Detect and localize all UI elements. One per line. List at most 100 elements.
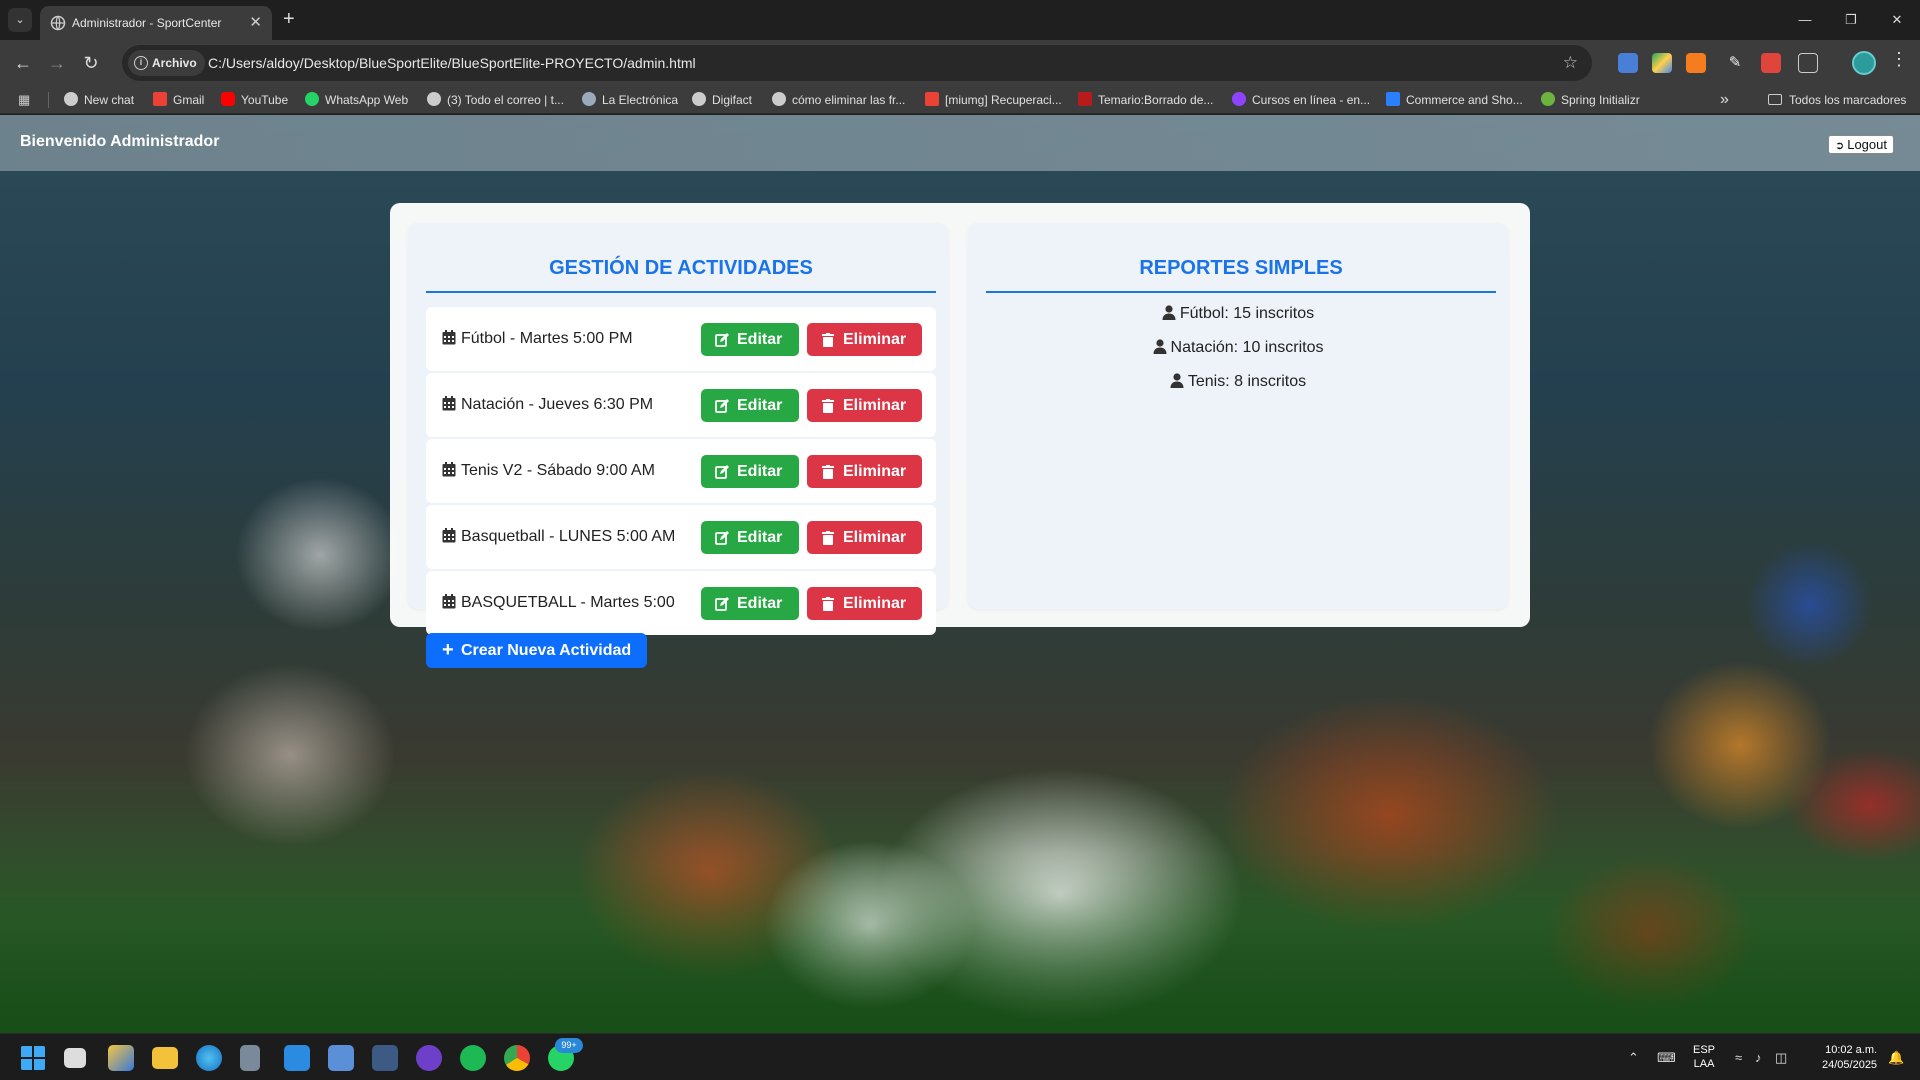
bookmark-commerce[interactable]: Commerce and Sho... xyxy=(1386,86,1523,114)
keyboard-icon[interactable]: ⌨ xyxy=(1657,1050,1676,1066)
bookmark-label: Gmail xyxy=(173,93,205,107)
report-item: Natación: 10 inscritos xyxy=(968,339,1508,357)
close-window-icon[interactable]: ✕ xyxy=(1874,0,1920,40)
site-info-label: Archivo xyxy=(152,56,197,70)
edge-icon[interactable] xyxy=(196,1045,222,1071)
logout-button[interactable]: ➲ Logout xyxy=(1828,135,1894,154)
active-tab[interactable]: Administrador - SportCenter ✕ xyxy=(40,6,272,40)
activities-heading: GESTIÓN DE ACTIVIDADES xyxy=(549,257,813,279)
task-view-icon[interactable] xyxy=(64,1048,86,1068)
bookmark-cursos[interactable]: Cursos en línea - en... xyxy=(1232,86,1370,114)
edit-button[interactable]: Editar xyxy=(701,323,799,356)
extensions-puzzle-icon[interactable] xyxy=(1798,53,1818,73)
bookmark-como-eliminar[interactable]: cómo eliminar las fr... xyxy=(772,86,905,114)
bookmark-label: cómo eliminar las fr... xyxy=(792,93,906,107)
bookmark-whatsapp[interactable]: WhatsApp Web xyxy=(305,86,408,114)
edit-button[interactable]: Editar xyxy=(701,389,799,422)
bookmark-star-icon[interactable]: ☆ xyxy=(1563,53,1578,73)
bookmark-label: Spring Initializr xyxy=(1561,93,1640,107)
activity-item: Natación - Jueves 6:30 PM Editar Elimina… xyxy=(426,373,936,437)
back-arrow-icon[interactable]: ← xyxy=(10,50,36,76)
vscode-icon[interactable] xyxy=(284,1045,310,1071)
admin-panel: GESTIÓN DE ACTIVIDADES Fútbol - Martes 5… xyxy=(390,203,1530,668)
chat-icon xyxy=(64,92,78,106)
drive-extension-icon[interactable] xyxy=(1652,53,1672,73)
language-indicator[interactable]: ESP LAA xyxy=(1693,1043,1715,1080)
clock-date: 24/05/2025 xyxy=(1822,1059,1878,1071)
spotify-icon[interactable] xyxy=(460,1045,486,1071)
calculator-icon[interactable] xyxy=(240,1045,260,1071)
delete-label: Eliminar xyxy=(843,397,907,414)
delete-button[interactable]: Eliminar xyxy=(807,323,922,356)
delete-button[interactable]: Eliminar xyxy=(807,587,922,620)
delete-button[interactable]: Eliminar xyxy=(807,389,922,422)
bookmark-miumg[interactable]: [miumg] Recuperaci... xyxy=(925,86,1062,114)
minimize-icon[interactable]: — xyxy=(1782,0,1828,40)
eyedropper-extension-icon[interactable]: ✎ xyxy=(1725,53,1745,73)
app-icon[interactable] xyxy=(372,1045,398,1071)
bookmark-digifact[interactable]: Digifact xyxy=(692,86,752,114)
trash-icon xyxy=(822,333,834,347)
forward-arrow-icon[interactable]: → xyxy=(44,50,70,76)
user-icon xyxy=(1162,305,1176,320)
all-bookmarks-folder[interactable]: Todos los marcadores xyxy=(1768,86,1906,114)
new-tab-button[interactable]: + xyxy=(283,8,295,31)
bookmark-spring[interactable]: Spring Initializr xyxy=(1541,86,1640,114)
page-viewport: Bienvenido Administrador ➲ Logout GESTIÓN… xyxy=(0,115,1920,1033)
address-bar[interactable]: i Archivo C:/Users/aldoy/Desktop/BlueSpo… xyxy=(122,45,1592,81)
activity-item: Tenis V2 - Sábado 9:00 AM Editar Elimina… xyxy=(426,439,936,503)
battery-icon[interactable]: ◫ xyxy=(1775,1050,1787,1066)
file-explorer-icon[interactable] xyxy=(152,1047,178,1069)
volume-icon[interactable]: ♪ xyxy=(1755,1050,1762,1065)
url-text[interactable]: C:/Users/aldoy/Desktop/BlueSportElite/Bl… xyxy=(208,55,696,71)
github-desktop-icon[interactable] xyxy=(416,1045,442,1071)
bookmark-label: Cursos en línea - en... xyxy=(1252,93,1371,107)
security-app-icon[interactable] xyxy=(108,1045,134,1071)
bookmark-gmail[interactable]: Gmail xyxy=(153,86,204,114)
photos-icon[interactable] xyxy=(328,1045,354,1071)
more-bookmarks-icon[interactable]: » xyxy=(1720,86,1729,114)
clock-time: 10:02 a.m. xyxy=(1825,1044,1878,1056)
report-label: Fútbol: 15 inscritos xyxy=(1179,305,1315,322)
notifications-bell-icon[interactable]: 🔔 xyxy=(1888,1050,1904,1066)
bookmark-temario[interactable]: Temario:Borrado de... xyxy=(1078,86,1213,114)
delete-button[interactable]: Eliminar xyxy=(807,521,922,554)
bookmark-label: WhatsApp Web xyxy=(325,93,409,107)
edit-button[interactable]: Editar xyxy=(701,455,799,488)
activity-label: Basquetball - LUNES 5:00 AM xyxy=(461,528,676,545)
close-tab-icon[interactable]: ✕ xyxy=(249,13,262,31)
bookmark-youtube[interactable]: YouTube xyxy=(221,86,288,114)
translate-extension-icon[interactable] xyxy=(1618,53,1638,73)
bookmark-mail[interactable]: (3) Todo el correo | t... xyxy=(427,86,564,114)
apps-grid-icon[interactable]: ▦ xyxy=(18,92,34,108)
edit-button[interactable]: Editar xyxy=(701,587,799,620)
bookmark-label: Commerce and Sho... xyxy=(1406,93,1523,107)
bookmark-la-electronica[interactable]: La Electrónica xyxy=(582,86,678,114)
reload-icon[interactable]: ↻ xyxy=(78,50,104,76)
page-title: Bienvenido Administrador xyxy=(20,133,220,150)
browser-menu-icon[interactable]: ⋮ xyxy=(1890,49,1908,70)
edit-button[interactable]: Editar xyxy=(701,521,799,554)
window-controls: — ❐ ✕ xyxy=(1782,0,1920,40)
delete-button[interactable]: Eliminar xyxy=(807,455,922,488)
tab-search-dropdown[interactable]: ⌄ xyxy=(8,8,32,32)
clock[interactable]: 10:02 a.m. 24/05/2025 xyxy=(1822,1043,1877,1080)
delete-label: Eliminar xyxy=(843,331,907,348)
site-info-chip[interactable]: i Archivo xyxy=(128,50,205,76)
delete-label: Eliminar xyxy=(843,595,907,612)
bookmark-label: Digifact xyxy=(712,93,753,107)
profile-avatar[interactable] xyxy=(1852,51,1876,75)
create-activity-button[interactable]: + Crear Nueva Actividad xyxy=(426,633,647,668)
wifi-icon[interactable]: ≈ xyxy=(1735,1050,1742,1065)
windows-start-icon[interactable] xyxy=(20,1045,46,1071)
red-extension-icon[interactable] xyxy=(1761,53,1781,73)
restore-icon[interactable]: ❐ xyxy=(1828,0,1874,40)
delete-label: Eliminar xyxy=(843,529,907,546)
bookmark-label: (3) Todo el correo | t... xyxy=(447,93,564,107)
bookmark-new-chat[interactable]: New chat xyxy=(64,86,134,114)
show-hidden-icons-icon[interactable]: ⌃ xyxy=(1628,1050,1639,1066)
gmail-icon xyxy=(925,92,939,106)
chrome-icon[interactable] xyxy=(504,1045,530,1071)
activities-divider xyxy=(426,291,936,293)
orange-extension-icon[interactable] xyxy=(1686,53,1706,73)
